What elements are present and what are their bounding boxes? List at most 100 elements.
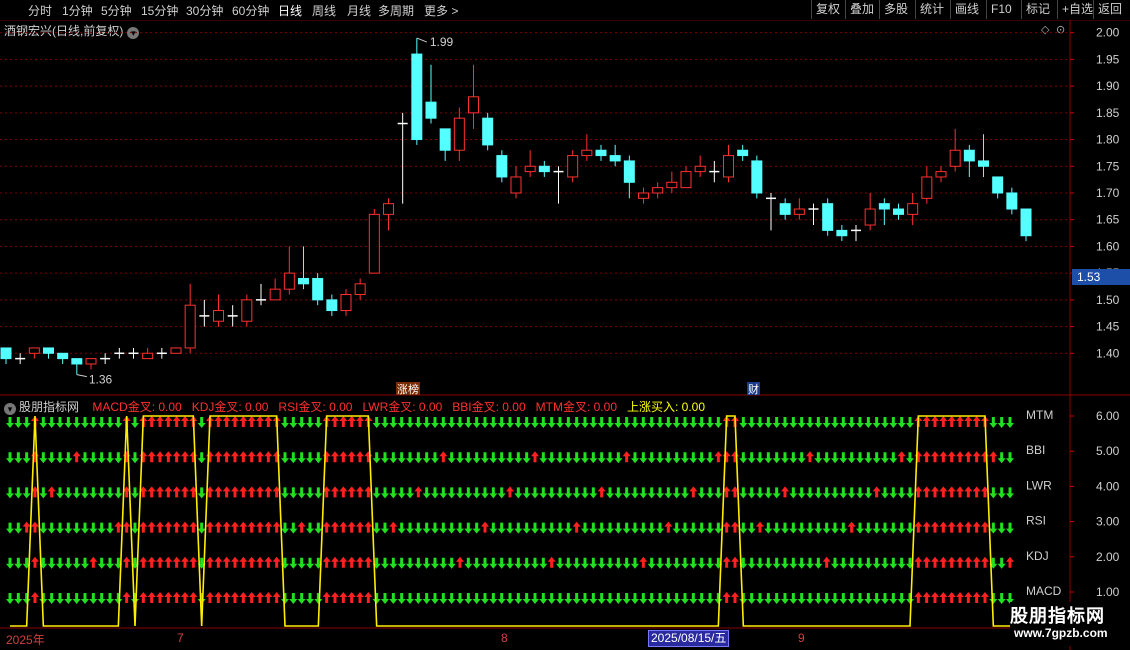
down-arrow-icon	[6, 522, 14, 534]
candle-down	[482, 117, 494, 146]
down-arrow-icon	[397, 593, 406, 604]
up-arrow-icon	[331, 556, 339, 568]
up-arrow-icon	[956, 592, 964, 603]
down-arrow-icon	[547, 522, 556, 534]
up-arrow-icon	[206, 451, 214, 463]
down-arrow-icon	[597, 593, 606, 604]
indicator-title: ▾ 股朋指标网 MACD金叉: 0.00 KDJ金叉: 0.00 RSI金叉: 0.0…	[4, 398, 711, 415]
up-arrow-icon	[322, 451, 331, 463]
down-arrow-icon	[989, 593, 998, 604]
down-arrow-icon	[697, 417, 706, 428]
candle-down	[623, 160, 635, 183]
down-arrow-icon	[414, 452, 423, 464]
down-arrow-icon	[581, 417, 589, 428]
down-arrow-icon	[14, 487, 23, 499]
down-arrow-icon	[131, 593, 139, 604]
up-arrow-icon	[989, 451, 998, 463]
up-arrow-icon	[756, 521, 764, 533]
down-arrow-icon	[656, 487, 664, 499]
down-arrow-icon	[131, 452, 139, 464]
down-arrow-icon	[581, 593, 589, 604]
down-arrow-icon	[97, 522, 106, 534]
up-arrow-icon	[547, 556, 556, 568]
down-arrow-icon	[681, 452, 689, 464]
down-arrow-icon	[639, 487, 648, 499]
up-arrow-icon	[247, 592, 256, 603]
down-arrow-icon	[81, 593, 89, 604]
down-arrow-icon	[422, 452, 431, 464]
down-arrow-icon	[589, 593, 598, 604]
down-arrow-icon	[114, 487, 123, 499]
down-arrow-icon	[747, 417, 756, 428]
down-arrow-icon	[572, 593, 581, 604]
down-arrow-icon	[497, 417, 506, 428]
down-arrow-icon	[514, 557, 523, 569]
down-arrow-icon	[747, 452, 756, 464]
up-arrow-icon	[189, 521, 198, 533]
down-arrow-icon	[631, 452, 639, 464]
candle-up	[935, 171, 947, 178]
down-arrow-icon	[581, 557, 589, 569]
up-arrow-icon	[622, 451, 631, 463]
down-arrow-icon	[864, 593, 873, 604]
down-arrow-icon	[306, 452, 314, 464]
ind-tick-label: 1.00	[1096, 585, 1120, 599]
down-arrow-icon	[397, 557, 406, 569]
down-arrow-icon	[639, 593, 648, 604]
up-arrow-icon	[956, 451, 964, 463]
up-arrow-icon	[247, 556, 256, 568]
up-arrow-icon	[689, 486, 698, 498]
up-arrow-icon	[256, 592, 264, 603]
up-arrow-icon	[781, 486, 789, 498]
price-tick-label: 1.60	[1096, 239, 1120, 253]
indicator-value-4: BBI金叉: 0.00	[452, 400, 526, 414]
chevron-down-icon[interactable]: ▾	[4, 403, 16, 415]
down-arrow-icon	[697, 487, 706, 499]
down-arrow-icon	[289, 417, 298, 428]
candle-up	[241, 299, 253, 322]
up-arrow-icon	[164, 416, 173, 427]
up-arrow-icon	[156, 556, 164, 568]
down-arrow-icon	[647, 593, 656, 604]
down-arrow-icon	[506, 593, 514, 604]
down-arrow-icon	[806, 522, 814, 534]
down-arrow-icon	[631, 557, 639, 569]
kline-chart[interactable]: 2.001.951.901.851.801.751.701.651.601.55…	[0, 0, 1130, 650]
down-arrow-icon	[197, 487, 206, 499]
up-arrow-icon	[822, 556, 831, 568]
candle-up	[468, 96, 479, 114]
down-arrow-icon	[39, 593, 48, 604]
down-arrow-icon	[281, 487, 289, 499]
candle-down	[751, 160, 763, 194]
down-arrow-icon	[672, 557, 681, 569]
down-arrow-icon	[572, 452, 581, 464]
down-arrow-icon	[706, 522, 714, 534]
down-arrow-icon	[656, 593, 664, 604]
up-arrow-icon	[272, 521, 281, 533]
down-arrow-icon	[406, 522, 414, 534]
up-arrow-icon	[272, 592, 281, 603]
down-arrow-icon	[897, 487, 906, 499]
down-arrow-icon	[622, 417, 631, 428]
down-arrow-icon	[464, 417, 473, 428]
up-arrow-icon	[339, 592, 348, 603]
down-arrow-icon	[489, 522, 498, 534]
down-arrow-icon	[881, 487, 889, 499]
down-arrow-icon	[689, 522, 698, 534]
up-arrow-icon	[956, 556, 964, 568]
down-arrow-icon	[764, 452, 773, 464]
down-arrow-icon	[431, 487, 439, 499]
up-arrow-icon	[231, 416, 239, 427]
down-arrow-icon	[739, 452, 748, 464]
down-arrow-icon	[506, 417, 514, 428]
down-arrow-icon	[14, 522, 23, 534]
down-arrow-icon	[847, 487, 856, 499]
down-arrow-icon	[372, 593, 381, 604]
up-arrow-icon	[156, 451, 164, 463]
up-arrow-icon	[347, 521, 356, 533]
down-arrow-icon	[772, 487, 781, 499]
up-arrow-icon	[264, 486, 273, 498]
down-arrow-icon	[864, 452, 873, 464]
down-arrow-icon	[72, 522, 81, 534]
down-arrow-icon	[381, 417, 389, 428]
